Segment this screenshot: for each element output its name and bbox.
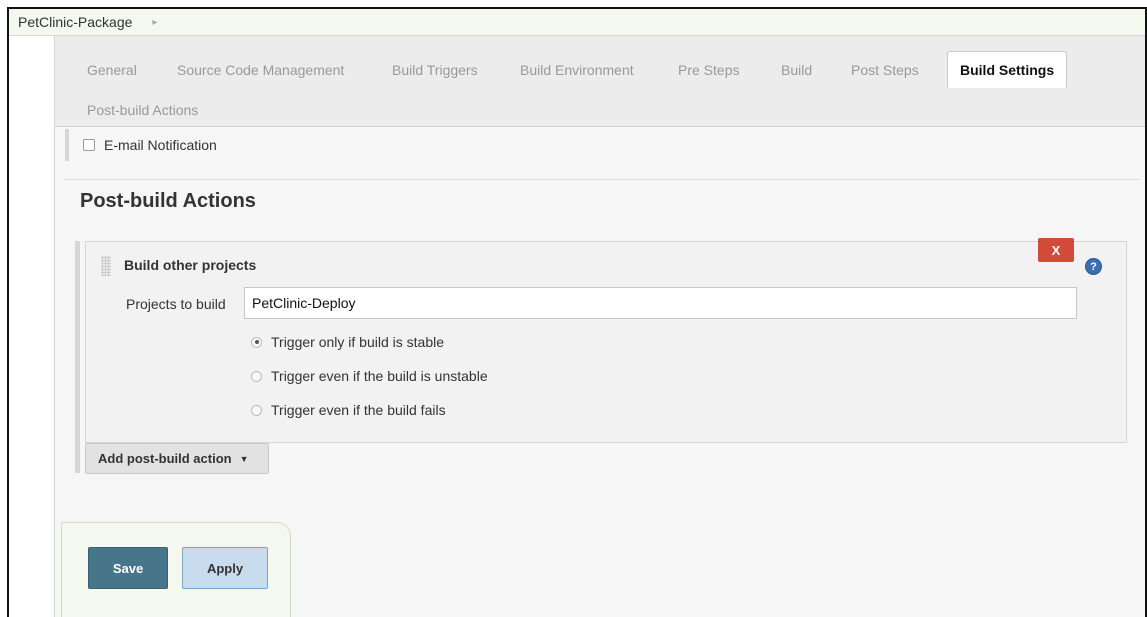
chevron-right-icon[interactable]: ▸: [152, 17, 157, 28]
caret-down-icon[interactable]: ▼: [240, 454, 249, 464]
bottom-button-bar: Save Apply: [61, 522, 291, 617]
tab-build[interactable]: Build: [781, 62, 812, 78]
post-build-actions-container: Build other projects X ? Projects to bui…: [75, 238, 1127, 474]
tab-build-environment[interactable]: Build Environment: [520, 62, 634, 78]
tab-general[interactable]: General: [87, 62, 137, 78]
projects-to-build-label: Projects to build: [126, 296, 226, 312]
projects-to-build-input[interactable]: [244, 287, 1077, 319]
radio-label[interactable]: Trigger only if build is stable: [271, 334, 444, 350]
build-other-projects-block: Build other projects X ? Projects to bui…: [85, 238, 1127, 443]
config-panel: General Source Code Management Build Tri…: [54, 36, 1145, 617]
breadcrumb: PetClinic-Package ▸: [9, 9, 1145, 36]
config-tabbar: General Source Code Management Build Tri…: [55, 36, 1145, 127]
browser-frame: PetClinic-Package ▸ General Source Code …: [7, 7, 1147, 617]
email-notification-checkbox[interactable]: [83, 139, 95, 151]
radio-label[interactable]: Trigger even if the build is unstable: [271, 368, 488, 384]
radio-option-fails[interactable]: Trigger even if the build fails: [251, 402, 446, 418]
tab-build-triggers[interactable]: Build Triggers: [392, 62, 478, 78]
tab-pre-steps[interactable]: Pre Steps: [678, 62, 739, 78]
radio-option-unstable[interactable]: Trigger even if the build is unstable: [251, 368, 488, 384]
add-post-build-action-button[interactable]: Add post-build action ▼: [85, 443, 269, 474]
radio-button-selected[interactable]: [251, 336, 262, 348]
add-post-build-action-label[interactable]: Add post-build action: [98, 451, 232, 466]
help-icon[interactable]: ?: [1086, 259, 1101, 274]
email-notification-row: E-mail Notification: [65, 129, 1135, 161]
tab-post-steps[interactable]: Post Steps: [851, 62, 919, 78]
block-title: Build other projects: [124, 257, 257, 273]
apply-button[interactable]: Apply: [182, 547, 268, 589]
section-divider: [65, 179, 1140, 180]
tab-build-settings[interactable]: Build Settings: [947, 51, 1068, 88]
radio-button[interactable]: [251, 404, 262, 416]
tab-source-code-management[interactable]: Source Code Management: [177, 62, 344, 78]
section-title-post-build-actions: Post-build Actions: [80, 190, 256, 212]
delete-step-button[interactable]: X: [1038, 238, 1074, 262]
tab-post-build-actions[interactable]: Post-build Actions: [87, 102, 198, 118]
breadcrumb-project-link[interactable]: PetClinic-Package: [18, 14, 132, 30]
drag-handle-icon[interactable]: [101, 256, 111, 276]
radio-button[interactable]: [251, 370, 262, 382]
radio-label[interactable]: Trigger even if the build fails: [271, 402, 446, 418]
save-button[interactable]: Save: [88, 547, 168, 589]
email-notification-label[interactable]: E-mail Notification: [104, 137, 217, 153]
radio-option-stable[interactable]: Trigger only if build is stable: [251, 334, 444, 350]
